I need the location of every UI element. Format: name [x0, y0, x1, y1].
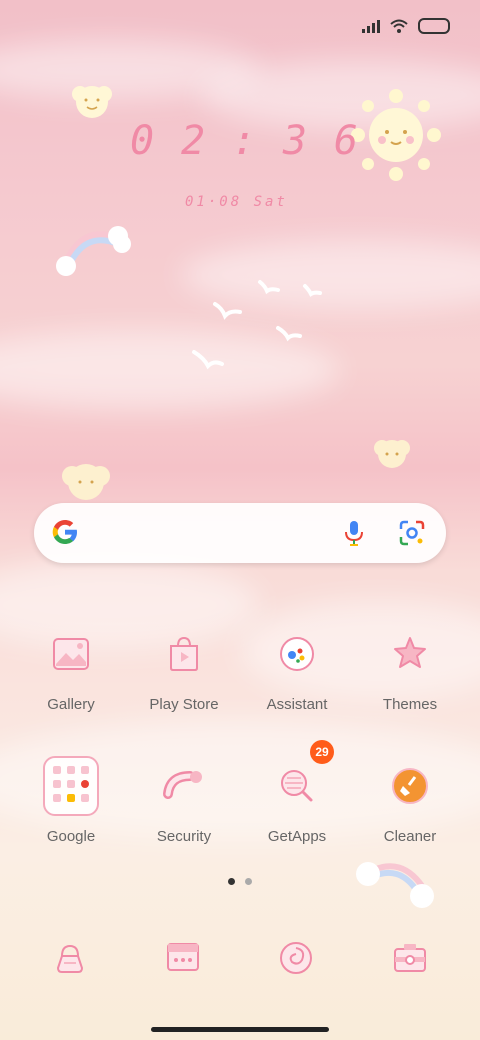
- gesture-home-bar[interactable]: [151, 1027, 329, 1032]
- clock-separator: :: [231, 118, 259, 164]
- app-label: Gallery: [47, 696, 95, 713]
- google-g-icon: [52, 520, 77, 544]
- clock-minute-tens: 3: [282, 118, 309, 164]
- clock-widget[interactable]: 0 2 : 3 6: [130, 118, 360, 164]
- phone-icon[interactable]: [50, 938, 90, 978]
- birds-icon: [192, 280, 322, 370]
- security-icon: [156, 758, 212, 814]
- app-security[interactable]: Security: [129, 758, 239, 845]
- gallery-icon: [43, 626, 99, 682]
- clock-minute-ones: 6: [333, 118, 360, 164]
- mic-icon[interactable]: [342, 519, 366, 547]
- cloud-face-icon: [374, 440, 410, 468]
- rainbow-icon: [56, 226, 131, 276]
- rainbow-icon: [356, 862, 434, 908]
- app-themes[interactable]: Themes: [355, 626, 465, 713]
- app-label: Assistant: [266, 696, 328, 713]
- dock: [0, 938, 480, 978]
- google-search-bar[interactable]: [34, 503, 446, 563]
- app-label: Google: [46, 828, 96, 845]
- getapps-icon: [269, 758, 325, 814]
- messages-icon[interactable]: [163, 938, 203, 978]
- app-label: Cleaner: [383, 828, 437, 845]
- wifi-icon: [390, 19, 408, 33]
- sun-icon: [72, 86, 112, 118]
- signal-icon: [362, 19, 380, 33]
- date-label: 01·08 Sat: [185, 194, 288, 210]
- battery-icon: [418, 18, 450, 34]
- app-label: Security: [156, 828, 212, 845]
- app-cleaner[interactable]: Cleaner: [355, 758, 465, 845]
- page-dot: [245, 878, 252, 885]
- app-label: Play Store: [149, 696, 219, 713]
- app-label: GetApps: [267, 828, 327, 845]
- cleaner-icon: [382, 758, 438, 814]
- sun-icon: [351, 89, 441, 181]
- google-folder-icon: [43, 756, 99, 816]
- browser-icon[interactable]: [276, 938, 316, 978]
- assistant-icon: [269, 626, 325, 682]
- app-label: Themes: [382, 696, 438, 713]
- camera-icon[interactable]: [390, 938, 430, 978]
- play-store-icon: [156, 626, 212, 682]
- cloud-face-icon: [62, 464, 110, 500]
- app-play-store[interactable]: Play Store: [129, 626, 239, 713]
- app-gallery[interactable]: Gallery: [16, 626, 126, 713]
- page-dot-active: [228, 878, 235, 885]
- lens-icon[interactable]: [399, 520, 425, 546]
- status-bar: [362, 18, 450, 34]
- page-indicator[interactable]: [228, 878, 252, 885]
- app-getapps[interactable]: 29 GetApps: [242, 740, 352, 845]
- app-assistant[interactable]: Assistant: [242, 626, 352, 713]
- themes-icon: [382, 626, 438, 682]
- app-google-folder[interactable]: Google: [16, 756, 126, 845]
- notification-badge: 29: [310, 740, 334, 764]
- clock-hour-ones: 2: [180, 118, 208, 164]
- clock-hour-tens: 0: [130, 118, 157, 164]
